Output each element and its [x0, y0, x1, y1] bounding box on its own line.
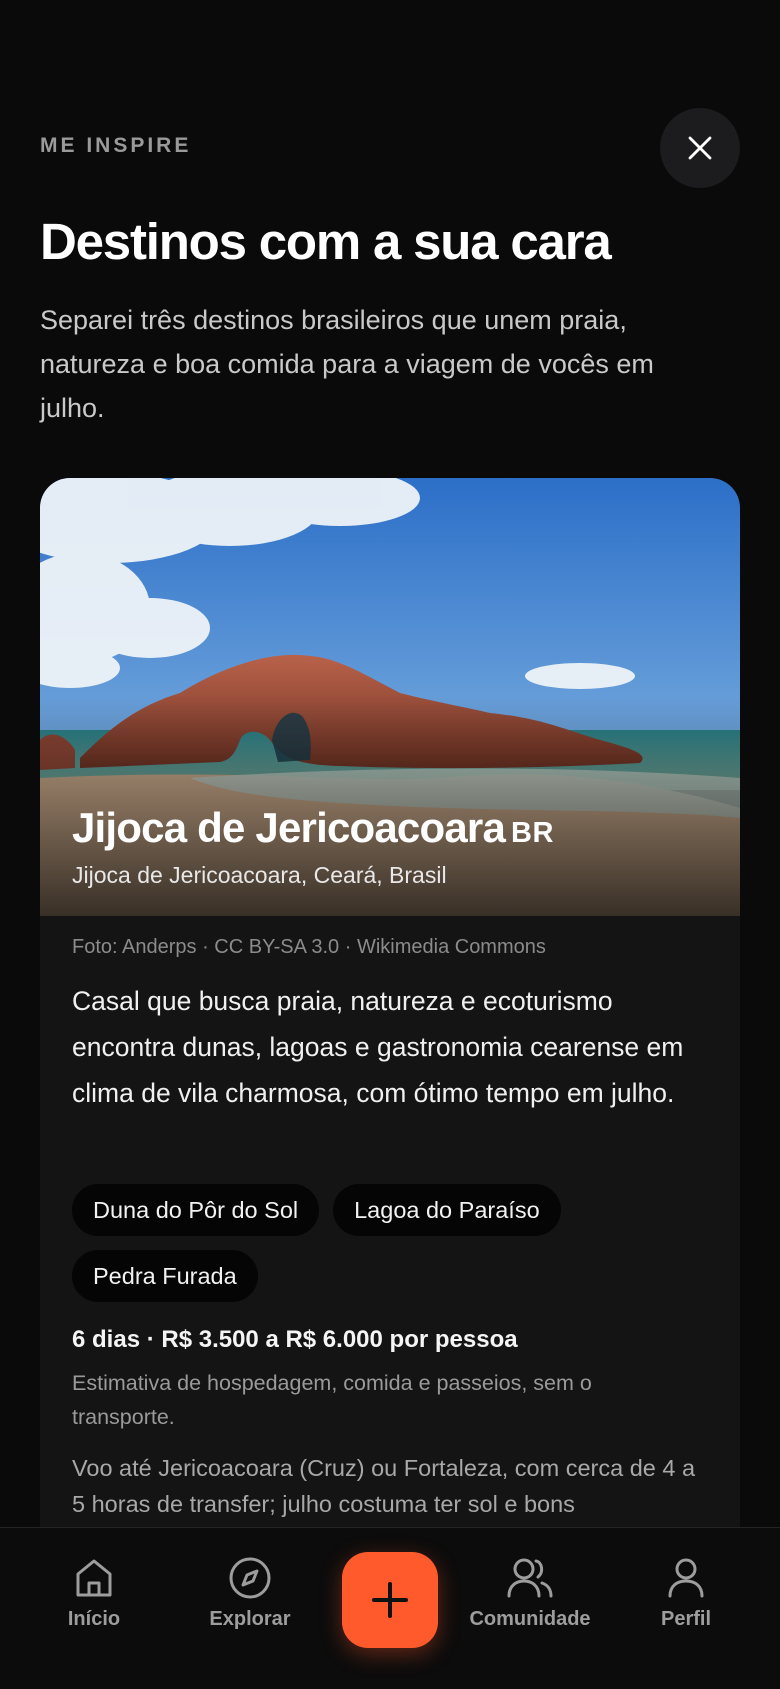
close-button[interactable]	[660, 108, 740, 188]
photo-credit: Foto: Anderps · CC BY-SA 3.0 · Wikimedia…	[72, 936, 546, 958]
country-code: BR	[511, 817, 554, 849]
tab-inicio[interactable]: Início	[19, 1556, 169, 1631]
page-title: Destinos com a sua cara	[40, 213, 612, 270]
tab-label: Explorar	[209, 1608, 291, 1630]
compass-icon	[229, 1557, 271, 1599]
tab-comunidade[interactable]: Comunidade	[455, 1556, 605, 1631]
tab-explorar[interactable]: Explorar	[175, 1556, 325, 1631]
highlight-chip[interactable]: Duna do Pôr do Sol	[72, 1184, 320, 1236]
destination-title: Jijoca de Jericoacoara BR	[72, 804, 554, 852]
home-icon	[76, 1559, 112, 1597]
page-subtitle: Separei três destinos brasileiros que un…	[40, 305, 654, 423]
destination-description: Casal que busca praia, natureza e ecotur…	[72, 986, 684, 1108]
eyebrow-label: ME INSPIRE	[40, 134, 192, 157]
destination-location: Jijoca de Jericoacoara, Ceará, Brasil	[72, 862, 447, 888]
price-summary: 6 dias · R$ 3.500 a R$ 6.000 por pessoa	[72, 1326, 518, 1353]
highlight-chips: Duna do Pôr do Sol Lagoa do Paraíso Pedr…	[72, 1184, 712, 1302]
tab-perfil[interactable]: Perfil	[611, 1556, 761, 1631]
highlight-chip[interactable]: Lagoa do Paraíso	[333, 1184, 561, 1236]
users-icon	[507, 1558, 553, 1598]
tab-label: Início	[67, 1608, 121, 1630]
estimate-note: Estimativa de hospedagem, comida e passe…	[72, 1371, 592, 1429]
transfer-note: Voo até Jericoacoara (Cruz) ou Fortaleza…	[72, 1455, 696, 1517]
plus-icon	[372, 1582, 408, 1618]
destination-name: Jijoca de Jericoacoara	[72, 804, 506, 851]
destination-photo: Jijoca de Jericoacoara BR Jijoca de Jeric…	[40, 478, 740, 916]
add-button[interactable]	[342, 1552, 438, 1648]
highlight-chip[interactable]: Pedra Furada	[72, 1250, 258, 1302]
user-icon	[668, 1558, 704, 1598]
tab-label: Perfil	[660, 1608, 712, 1630]
tab-label: Comunidade	[469, 1608, 591, 1630]
bottom-tab-bar: Início Explorar Comunidade Perfil	[0, 1527, 780, 1689]
destination-card[interactable]: Jijoca de Jericoacoara BR Jijoca de Jeric…	[40, 478, 740, 1618]
close-icon	[688, 136, 712, 160]
